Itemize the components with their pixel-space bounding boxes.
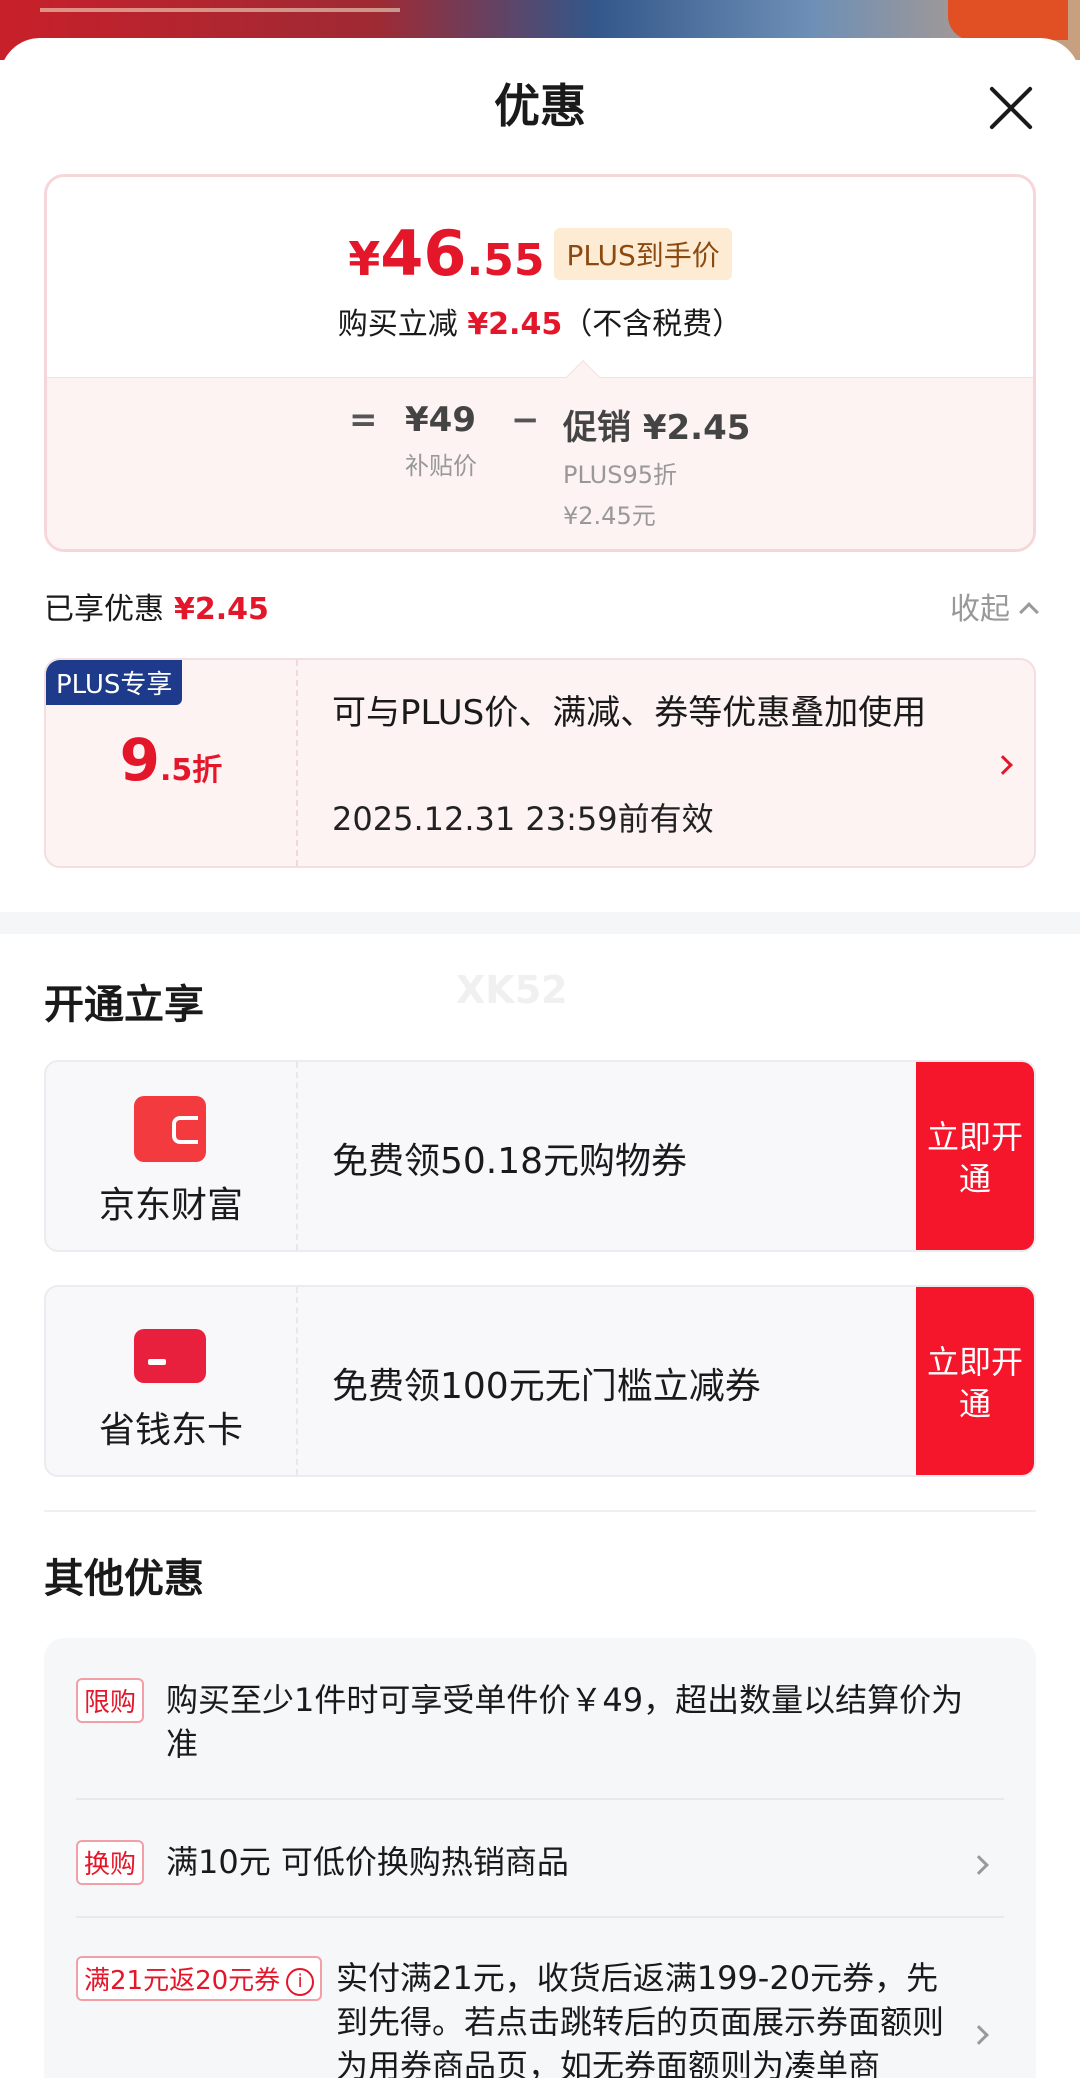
base-price-label: 补贴价 [405,452,477,480]
chevron-right-icon [969,1855,989,1875]
equals-sign: = [349,400,378,440]
info-icon[interactable]: i [286,1968,315,1996]
list-item-exchange[interactable]: 换购 满10元 可低价换购热销商品 [76,1840,1004,1900]
price-breakdown-card: ¥46.55 PLUS到手价 购买立减 ¥2.45（不含税费） = ¥49 补贴价… [44,174,1036,552]
cashback-tag: 满21元返20元券 i [76,1956,323,2001]
coupon-value-panel: PLUS专享 9.5折 [46,660,298,866]
enjoyed-amount: ¥2.45 [174,592,269,627]
base-price-block: ¥49 补贴价 [405,400,477,481]
price-integer: 46 [380,217,467,290]
instant-discount-amount: ¥2.45 [467,307,563,342]
minus-sign: − [511,400,540,440]
list-item-cashback-coupon[interactable]: 满21元返20元券 i 实付满21元，收货后返满199-20元券，先到先得。若点击… [76,1956,1004,2078]
chevron-right-icon [969,2025,989,2045]
plus-price-tag: PLUS到手价 [554,228,732,280]
promo-block: 促销 ¥2.45 PLUS95折 ¥2.45元 [563,400,750,531]
enjoyed-label: 已享优惠 [44,592,164,627]
coupon-validity: 2025.12.31 23:59前有效 [332,800,714,838]
activate-button[interactable]: 立即开通 [916,1062,1034,1250]
promo-value: 促销 ¥2.45 [563,408,751,448]
exchange-tag: 换购 [76,1840,145,1885]
list-separator [76,1798,1004,1800]
purchase-limit-text: 购买至少1件时可享受单件价￥49，超出数量以结算价为准 [166,1681,964,1763]
offer-brand-name: 京东财富 [98,1185,243,1226]
tax-note: （不含税费） [562,307,743,342]
open-section-title: 开通立享 [44,982,204,1028]
price-decimal: .55 [466,235,545,286]
divider [44,1510,1036,1512]
final-price-row: ¥46.55 PLUS到手价 [47,217,1033,290]
offer-brand-panel: 京东财富 [46,1062,298,1250]
offer-text: 免费领100元无门槛立减券 [332,1366,761,1407]
promo-amount-label: ¥2.45元 [563,502,656,530]
list-item-purchase-limit: 限购 购买至少1件时可享受单件价￥49，超出数量以结算价为准 [76,1678,1004,1768]
offer-card-jd-finance[interactable]: 京东财富 免费领50.18元购物券 立即开通 [44,1060,1036,1252]
chevron-up-icon [1019,602,1039,622]
coupon-description: 可与PLUS价、满减、券等优惠叠加使用 [332,693,927,733]
activate-button[interactable]: 立即开通 [916,1287,1034,1475]
banner-tag [948,0,1068,40]
instant-discount-label: 购买立减 [337,307,458,342]
discount-integer: 9 [119,726,161,794]
promo-label: PLUS95折 [563,461,677,489]
close-icon[interactable] [986,84,1034,132]
cashback-text: 实付满21元，收货后返满199-20元券，先到先得。若点击跳转后的页面展示券面额… [336,1959,945,2078]
collapse-label: 收起 [950,592,1010,627]
section-divider [0,912,1080,934]
plus-coupon-card[interactable]: PLUS专享 9.5折 可与PLUS价、满减、券等优惠叠加使用 2025.12.… [44,658,1036,868]
offer-text: 免费领50.18元购物券 [332,1141,688,1182]
cashback-tag-label: 满21元返20元券 [84,1966,281,1996]
price-calculation: = ¥49 补贴价 − 促销 ¥2.45 PLUS95折 ¥2.45元 [47,377,1033,549]
chevron-right-icon [993,755,1013,775]
base-price-value: ¥49 [405,400,476,440]
instant-discount-line: 购买立减 ¥2.45（不含税费） [47,299,1033,343]
banner-decoration [40,0,400,12]
wallet-icon [134,1096,206,1162]
purchase-limit-tag: 限购 [76,1678,145,1723]
price-summary: ¥46.55 PLUS到手价 购买立减 ¥2.45（不含税费） [47,177,1033,377]
plus-exclusive-badge: PLUS专享 [46,660,183,705]
offer-brand-name: 省钱东卡 [98,1410,243,1451]
card-icon [134,1329,206,1383]
exchange-text: 满10元 可低价换购热销商品 [166,1843,569,1881]
collapse-toggle[interactable]: 收起 [950,584,1039,628]
discount-decimal: .5折 [160,753,223,788]
offer-card-savings-card[interactable]: 省钱东卡 免费领100元无门槛立减券 立即开通 [44,1285,1036,1477]
watermark: XK52 [456,968,568,1012]
sheet-title: 优惠 [494,79,586,133]
price-currency: ¥ [348,232,381,286]
other-section-title: 其他优惠 [44,1556,204,1602]
coupon-discount: 9.5折 [46,726,296,794]
list-separator [76,1916,1004,1918]
enjoyed-discount: 已享优惠 ¥2.45 [44,584,269,628]
other-offers-list: 限购 购买至少1件时可享受单件价￥49，超出数量以结算价为准 换购 满10元 可… [44,1638,1036,2078]
offer-brand-panel: 省钱东卡 [46,1287,298,1475]
final-price: ¥46.55 [348,217,544,290]
